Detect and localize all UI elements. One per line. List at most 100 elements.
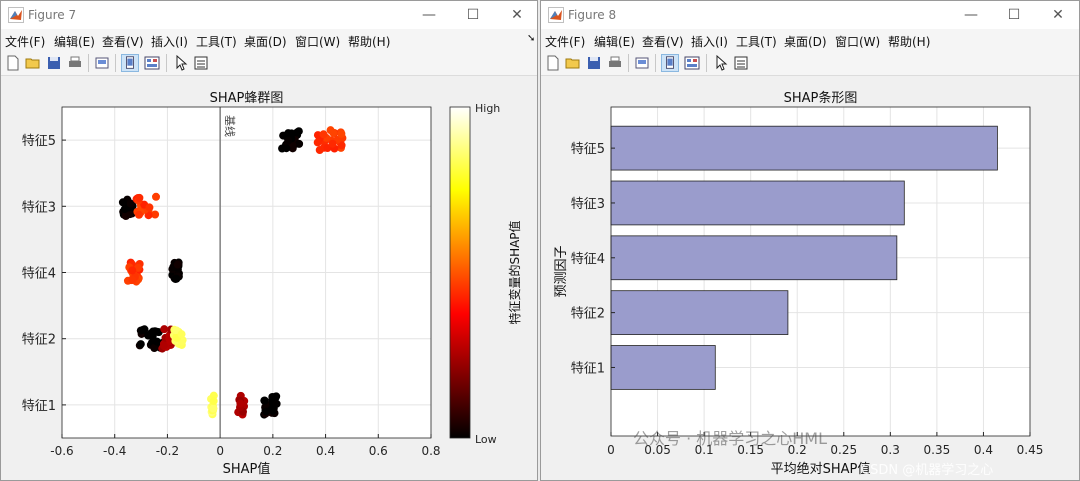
- figure-7-window: Figure 7 — ☐ ✕ 文件(F) 编辑(E) 查看(V) 插入(I) 工…: [0, 0, 538, 481]
- bar: [610, 290, 789, 335]
- menu-edit[interactable]: 编辑(E): [54, 33, 95, 50]
- property-inspector-icon[interactable]: [732, 54, 750, 72]
- toolbar: [541, 50, 1079, 76]
- menu-insert[interactable]: 插入(I): [151, 33, 188, 50]
- shap-point: [152, 192, 161, 201]
- menu-bar: 文件(F) 编辑(E) 查看(V) 插入(I) 工具(T) 桌面(D) 窗口(W…: [1, 29, 537, 50]
- menu-edit[interactable]: 编辑(E): [594, 33, 635, 50]
- shap-point: [268, 392, 277, 401]
- new-figure-icon[interactable]: [4, 54, 22, 72]
- window-title: Figure 8: [568, 8, 617, 22]
- bar: [610, 235, 898, 281]
- minimize-button[interactable]: —: [951, 1, 991, 29]
- shap-point: [118, 198, 127, 207]
- property-inspector-icon[interactable]: [192, 54, 210, 72]
- shap-point: [313, 138, 322, 147]
- title-bar[interactable]: Figure 7 — ☐ ✕: [1, 1, 537, 29]
- shap-point: [136, 340, 145, 349]
- minimize-button[interactable]: —: [409, 1, 449, 29]
- shap-beeswarm-chart: -0.6 -0.4 -0.2 0 0.2 0.4 0.6 0.8 特征5 特征3 特征4 特征2 特征1…: [22, 91, 522, 477]
- menu-desktop[interactable]: 桌面(D): [244, 33, 287, 50]
- show-plot-tools-icon[interactable]: [143, 54, 161, 72]
- menu-tools[interactable]: 工具(T): [196, 33, 237, 50]
- save-icon[interactable]: [585, 54, 603, 72]
- y-tick-label: 特征1: [571, 361, 605, 376]
- figure-canvas: -0.6 -0.4 -0.2 0 0.2 0.4 0.6 0.8 特征5 特征3 特征4 特征2 特征1…: [1, 77, 537, 480]
- edit-plot-arrow-icon[interactable]: [172, 54, 190, 72]
- menu-tools[interactable]: 工具(T): [736, 33, 777, 50]
- shap-bar-chart: 0 0.05 0.1 0.15 0.2 0.25 0.3 0.35 0.4 0.45特征5特征3特…: [554, 90, 1044, 477]
- shap-point: [282, 144, 291, 153]
- menu-overflow-arrow-icon[interactable]: ➘: [527, 33, 535, 44]
- x-tick-label: 0.6: [369, 444, 388, 458]
- window-title: Figure 7: [28, 8, 77, 22]
- shap-point: [209, 404, 218, 413]
- menu-window[interactable]: 窗口(W): [295, 33, 340, 50]
- menu-window[interactable]: 窗口(W): [835, 33, 880, 50]
- menu-file[interactable]: 文件(F): [545, 33, 585, 50]
- hide-plot-tools-icon[interactable]: [121, 54, 139, 72]
- shap-point: [128, 266, 137, 275]
- hide-plot-tools-icon[interactable]: [661, 54, 679, 72]
- close-button[interactable]: ✕: [1038, 1, 1078, 29]
- x-tick-label: 0.4: [316, 444, 335, 458]
- shap-point: [160, 325, 169, 334]
- y-tick-label: 特征4: [571, 252, 605, 267]
- matlab-icon: [548, 7, 564, 23]
- menu-desktop[interactable]: 桌面(D): [784, 33, 827, 50]
- menu-view[interactable]: 查看(V): [642, 33, 684, 50]
- menu-insert[interactable]: 插入(I): [691, 33, 728, 50]
- shap-point: [159, 341, 168, 350]
- menu-help[interactable]: 帮助(H): [888, 33, 930, 50]
- maximize-button[interactable]: ☐: [994, 1, 1034, 29]
- menu-help[interactable]: 帮助(H): [348, 33, 390, 50]
- shap-point: [209, 397, 218, 406]
- bar: [610, 125, 998, 171]
- shap-point: [272, 399, 281, 408]
- bar: [610, 180, 905, 226]
- menu-file[interactable]: 文件(F): [5, 33, 45, 50]
- matlab-icon: [8, 7, 24, 23]
- csdn-watermark: CSDN @机器学习之心: [861, 463, 994, 478]
- x-tick-label: 0.2: [263, 444, 282, 458]
- y-tick-label: 特征1: [22, 399, 56, 414]
- menu-view[interactable]: 查看(V): [102, 33, 144, 50]
- open-file-icon[interactable]: [24, 54, 42, 72]
- maximize-button[interactable]: ☐: [453, 1, 493, 29]
- save-icon[interactable]: [45, 54, 63, 72]
- shap-point: [262, 407, 271, 416]
- y-tick-label: 特征3: [571, 197, 605, 212]
- show-plot-tools-icon[interactable]: [683, 54, 701, 72]
- x-tick-label: 0.45: [1017, 443, 1044, 457]
- toolbar: [1, 50, 537, 76]
- x-tick-label: -0.6: [50, 444, 73, 458]
- colorbar: [449, 106, 471, 439]
- shap-point: [284, 136, 293, 145]
- link-plot-icon[interactable]: [93, 54, 111, 72]
- link-plot-icon[interactable]: [633, 54, 651, 72]
- x-axis-label: 平均绝对SHAP值: [771, 461, 871, 477]
- print-icon[interactable]: [66, 54, 84, 72]
- x-axis-label: SHAP值: [223, 461, 271, 477]
- shap-point: [173, 260, 182, 269]
- shap-point: [171, 274, 180, 283]
- new-figure-icon[interactable]: [544, 54, 562, 72]
- shap-point: [337, 129, 346, 138]
- x-tick-label: 0: [216, 444, 224, 458]
- bar: [610, 345, 716, 390]
- close-button[interactable]: ✕: [497, 1, 537, 29]
- print-icon[interactable]: [606, 54, 624, 72]
- shap-point: [150, 327, 159, 336]
- edit-plot-arrow-icon[interactable]: [712, 54, 730, 72]
- x-tick-label: 0.3: [881, 443, 900, 457]
- open-file-icon[interactable]: [564, 54, 582, 72]
- colorbar-low-label: Low: [475, 433, 497, 446]
- x-tick-label: -0.2: [156, 444, 179, 458]
- x-tick-label: 0.35: [924, 443, 951, 457]
- chart-title: SHAP条形图: [784, 90, 858, 106]
- y-tick-label: 特征5: [571, 142, 605, 157]
- shap-point: [128, 275, 137, 284]
- menu-bar: 文件(F) 编辑(E) 查看(V) 插入(I) 工具(T) 桌面(D) 窗口(W…: [541, 29, 1079, 50]
- y-tick-label: 特征3: [22, 200, 56, 215]
- title-bar[interactable]: Figure 8 — ☐ ✕: [541, 1, 1079, 29]
